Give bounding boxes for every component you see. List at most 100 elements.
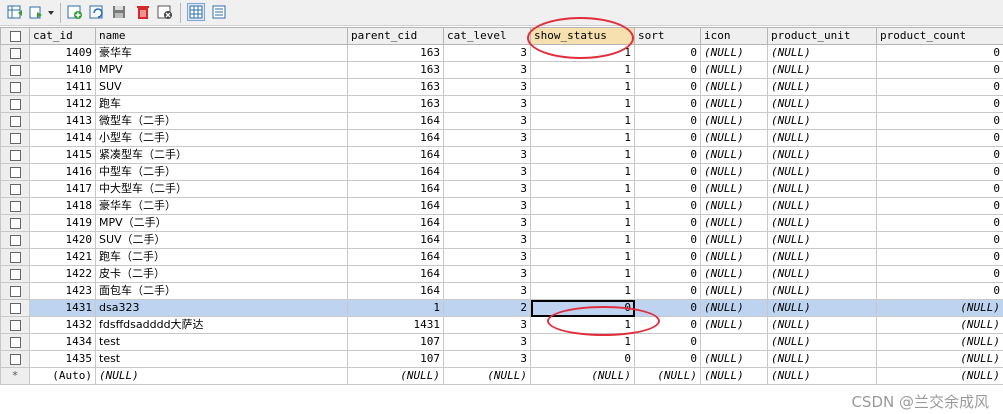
refresh-icon[interactable] [88, 3, 106, 21]
table-row[interactable]: 1413 微型车（二手） 164 3 1 0 (NULL) (NULL) 0 [0, 112, 1003, 130]
cell-show_status[interactable]: 1 [530, 146, 635, 164]
cell-parent_cid[interactable]: 164 [347, 248, 444, 266]
cell-sort[interactable]: 0 [634, 95, 701, 113]
cell-cat_id[interactable]: 1409 [29, 44, 96, 62]
cell-product_count[interactable]: 0 [876, 163, 1003, 181]
cell-parent_cid[interactable]: 107 [347, 333, 444, 351]
cell-cat_id[interactable]: 1410 [29, 61, 96, 79]
row-checkbox[interactable] [0, 146, 30, 164]
cell-cat_level[interactable]: 3 [443, 44, 531, 62]
table-row[interactable]: 1423 面包车（二手） 164 3 1 0 (NULL) (NULL) 0 [0, 282, 1003, 300]
checkbox-icon[interactable] [9, 302, 21, 314]
cell-product_count[interactable]: 0 [876, 248, 1003, 266]
new-row-cell-cat_id[interactable]: (Auto) [29, 367, 96, 385]
cell-parent_cid[interactable]: 1 [347, 299, 444, 317]
cell-cat_id[interactable]: 1412 [29, 95, 96, 113]
cell-icon[interactable]: (NULL) [700, 214, 768, 232]
cell-name[interactable]: dsa323 [95, 299, 348, 317]
cell-name[interactable]: 皮卡（二手） [95, 265, 348, 283]
cell-product_unit[interactable]: (NULL) [767, 316, 877, 334]
cell-icon[interactable]: (NULL) [700, 180, 768, 198]
cell-icon[interactable]: (NULL) [700, 112, 768, 130]
cell-name[interactable]: 紧凑型车（二手） [95, 146, 348, 164]
save-dropdown-icon[interactable] [28, 3, 46, 21]
cell-icon[interactable]: (NULL) [700, 265, 768, 283]
cell-show_status[interactable]: 1 [530, 248, 635, 266]
form-view-icon[interactable] [210, 3, 228, 21]
cell-sort[interactable]: 0 [634, 248, 701, 266]
cell-parent_cid[interactable]: 163 [347, 61, 444, 79]
cell-cat_level[interactable]: 3 [443, 95, 531, 113]
row-checkbox[interactable] [0, 95, 30, 113]
cell-product_unit[interactable]: (NULL) [767, 163, 877, 181]
checkbox-icon[interactable] [9, 64, 21, 76]
checkbox-icon[interactable] [9, 115, 21, 127]
cell-sort[interactable]: 0 [634, 214, 701, 232]
cell-parent_cid[interactable]: 164 [347, 231, 444, 249]
cell-show_status[interactable]: 1 [530, 214, 635, 232]
new-row-cell-name[interactable]: (NULL) [95, 367, 348, 385]
cell-cat_id[interactable]: 1413 [29, 112, 96, 130]
checkbox-icon[interactable] [9, 30, 21, 42]
row-checkbox[interactable] [0, 129, 30, 147]
cell-cat_level[interactable]: 3 [443, 163, 531, 181]
cell-product_count[interactable]: 0 [876, 78, 1003, 96]
cell-cat_level[interactable]: 3 [443, 333, 531, 351]
cell-product_unit[interactable]: (NULL) [767, 333, 877, 351]
table-row[interactable]: 1410 MPV 163 3 1 0 (NULL) (NULL) 0 [0, 61, 1003, 79]
row-checkbox[interactable] [0, 316, 30, 334]
checkbox-icon[interactable] [9, 268, 21, 280]
cell-icon[interactable]: (NULL) [700, 197, 768, 215]
cell-cat_id[interactable]: 1414 [29, 129, 96, 147]
add-row-icon[interactable] [66, 3, 84, 21]
row-checkbox[interactable] [0, 44, 30, 62]
cell-parent_cid[interactable]: 164 [347, 214, 444, 232]
column-header[interactable]: name [95, 27, 348, 45]
cell-product_count[interactable]: 0 [876, 180, 1003, 198]
table-row[interactable]: 1417 中大型车（二手） 164 3 1 0 (NULL) (NULL) 0 [0, 180, 1003, 198]
cell-show_status[interactable]: 1 [530, 78, 635, 96]
new-row-cell-icon[interactable]: (NULL) [700, 367, 768, 385]
save-icon[interactable] [110, 3, 128, 21]
checkbox-icon[interactable] [9, 200, 21, 212]
cell-show_status[interactable]: 1 [530, 333, 635, 351]
cell-product_unit[interactable]: (NULL) [767, 197, 877, 215]
cell-sort[interactable]: 0 [634, 146, 701, 164]
cell-product_count[interactable]: 0 [876, 231, 1003, 249]
column-header[interactable]: product_unit [767, 27, 877, 45]
checkbox-icon[interactable] [9, 81, 21, 93]
cell-show_status[interactable]: 1 [530, 163, 635, 181]
row-checkbox[interactable] [0, 333, 30, 351]
cell-show_status[interactable]: 1 [530, 129, 635, 147]
cell-name[interactable]: 中大型车（二手） [95, 180, 348, 198]
row-checkbox[interactable] [0, 248, 30, 266]
cell-sort[interactable]: 0 [634, 333, 701, 351]
row-checkbox[interactable] [0, 282, 30, 300]
row-checkbox[interactable] [0, 214, 30, 232]
cell-product_unit[interactable]: (NULL) [767, 265, 877, 283]
cell-sort[interactable]: 0 [634, 129, 701, 147]
cell-product_count[interactable]: 0 [876, 282, 1003, 300]
cell-name[interactable]: test [95, 350, 348, 368]
cell-cat_id[interactable]: 1423 [29, 282, 96, 300]
cell-sort[interactable]: 0 [634, 163, 701, 181]
cell-show_status[interactable]: 1 [530, 95, 635, 113]
checkbox-icon[interactable] [9, 285, 21, 297]
row-checkbox[interactable] [0, 180, 30, 198]
cell-cat_id[interactable]: 1418 [29, 197, 96, 215]
cell-sort[interactable]: 0 [634, 197, 701, 215]
table-row[interactable]: 1431 dsa323 1 2 0 0 (NULL) (NULL) (NULL) [0, 299, 1003, 317]
cell-cat_level[interactable]: 3 [443, 61, 531, 79]
table-row[interactable]: 1422 皮卡（二手） 164 3 1 0 (NULL) (NULL) 0 [0, 265, 1003, 283]
cell-show_status[interactable]: 1 [530, 231, 635, 249]
cell-icon[interactable]: (NULL) [700, 44, 768, 62]
column-header[interactable]: product_count [876, 27, 1003, 45]
table-row[interactable]: 1411 SUV 163 3 1 0 (NULL) (NULL) 0 [0, 78, 1003, 96]
cell-name[interactable]: MPV [95, 61, 348, 79]
cell-show_status[interactable]: 1 [530, 44, 635, 62]
cell-product_count[interactable]: 0 [876, 44, 1003, 62]
cell-sort[interactable]: 0 [634, 180, 701, 198]
cell-parent_cid[interactable]: 164 [347, 282, 444, 300]
checkbox-icon[interactable] [9, 353, 21, 365]
cell-parent_cid[interactable]: 107 [347, 350, 444, 368]
